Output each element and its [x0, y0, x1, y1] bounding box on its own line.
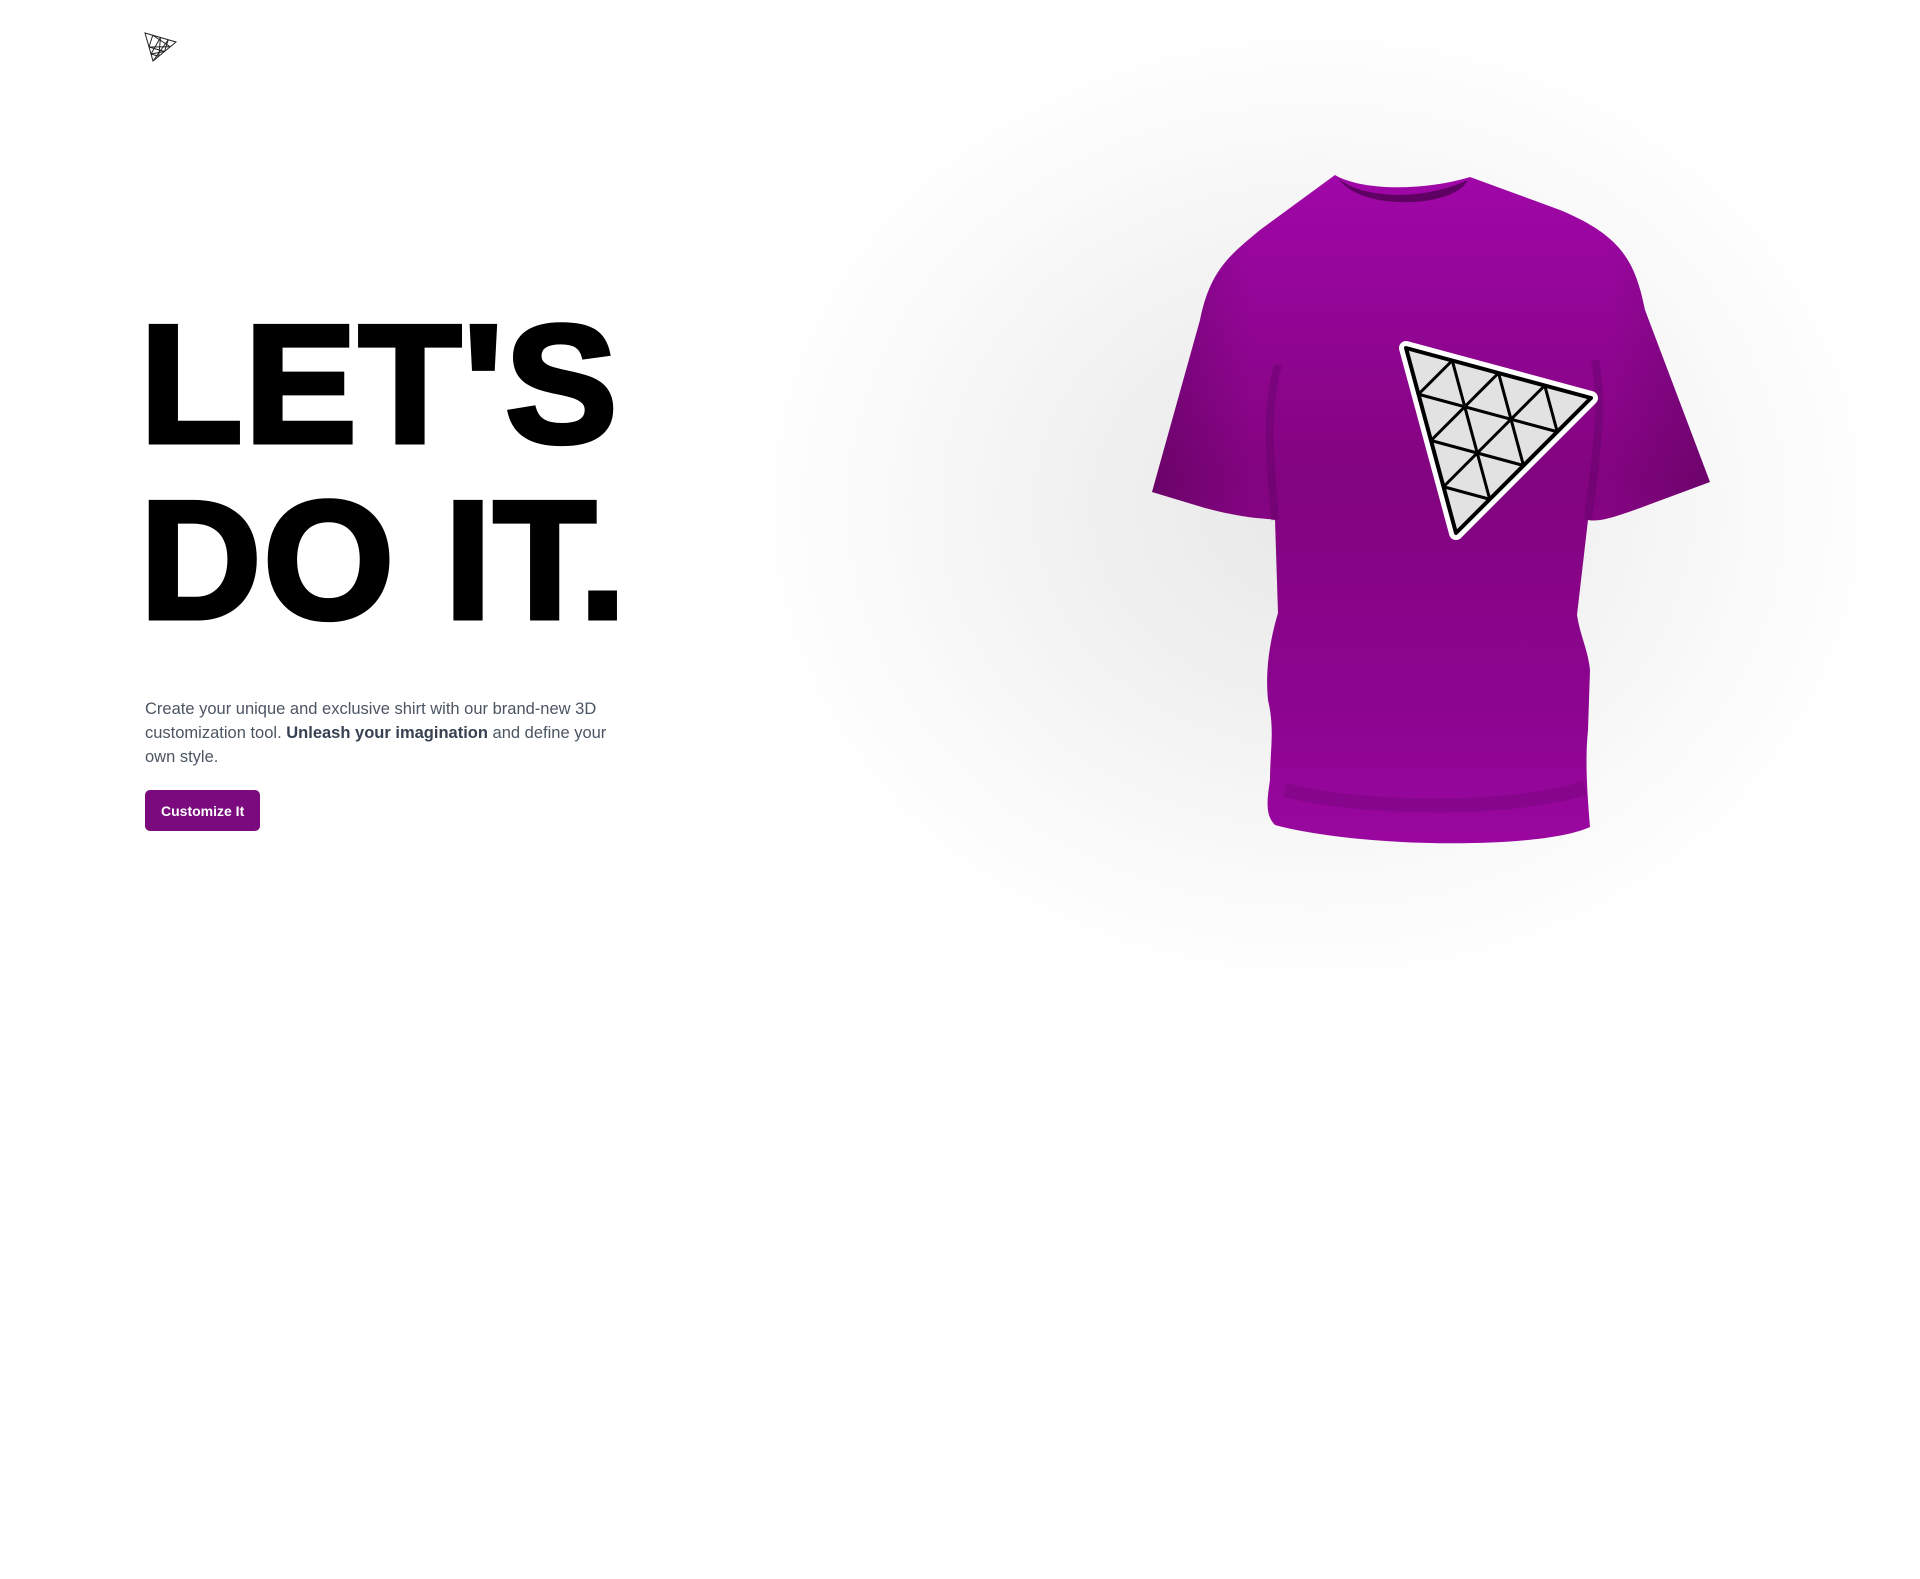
threejs-logo-icon[interactable] [144, 32, 178, 64]
description-emphasis: Unleash your imagination [286, 724, 488, 742]
customize-it-button[interactable]: Customize It [145, 790, 261, 831]
tshirt-3d-preview[interactable] [1060, 160, 1780, 980]
headline-line-1: LET'S [137, 290, 620, 478]
tshirt-icon [1152, 175, 1710, 844]
hero-headline: LET'S DO IT. [137, 290, 629, 654]
headline-line-2: DO IT. [137, 466, 629, 654]
hero-description: Create your unique and exclusive shirt w… [145, 697, 615, 769]
